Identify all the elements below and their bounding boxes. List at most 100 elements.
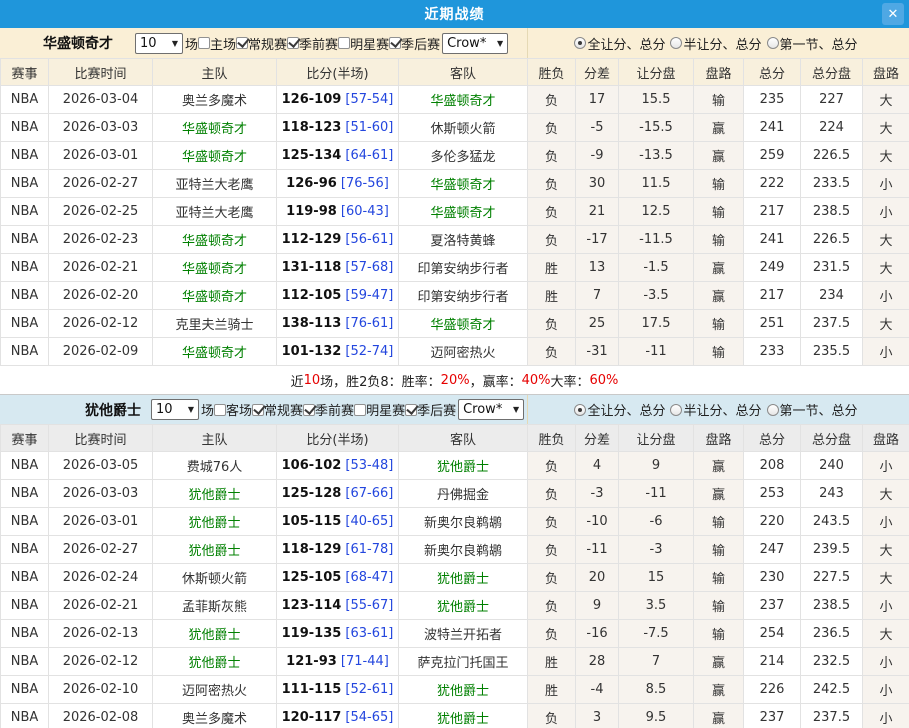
column-header: 比赛时间 bbox=[49, 59, 153, 86]
cell-home-team: 华盛顿奇才 bbox=[153, 142, 277, 170]
cell-away-team: 多伦多猛龙 bbox=[399, 142, 528, 170]
checkbox-icon[interactable] bbox=[198, 37, 210, 49]
first-quarter-total-radio[interactable]: 第一节、总分 bbox=[767, 400, 858, 419]
halftime-score: [76-56] bbox=[337, 176, 389, 191]
half-spread-total-radio[interactable]: 半让分、总分 bbox=[670, 400, 761, 419]
cell-spread-result: 输 bbox=[694, 620, 744, 648]
venue-checkbox-label: 客场 bbox=[226, 400, 252, 419]
cell-spread-line: 11.5 bbox=[619, 170, 694, 198]
cell-spread-line: -7.5 bbox=[619, 620, 694, 648]
playoffs-checkbox[interactable]: 季后赛 bbox=[405, 400, 456, 419]
games-count-select[interactable]: 10 ▼ bbox=[151, 399, 199, 420]
playoffs-checkbox[interactable]: 季后赛 bbox=[389, 34, 440, 53]
column-header: 比分(半场) bbox=[277, 59, 399, 86]
cell-home-team: 华盛顿奇才 bbox=[153, 338, 277, 366]
cell-score: 118-123 [51-60] bbox=[277, 114, 399, 142]
cell-total-points: 237 bbox=[744, 592, 801, 620]
final-score: 111-115 bbox=[282, 682, 342, 697]
cell-over-under: 小 bbox=[863, 676, 909, 704]
cell-result: 胜 bbox=[528, 282, 576, 310]
preseason-checkbox[interactable]: 季前赛 bbox=[303, 400, 354, 419]
bookmaker-select[interactable]: Crow* ▼ bbox=[442, 33, 508, 54]
checkbox-icon[interactable] bbox=[287, 37, 299, 49]
games-count-select[interactable]: 10 ▼ bbox=[135, 33, 183, 54]
full-spread-total-radio[interactable]: 全让分、总分 bbox=[574, 400, 665, 419]
cell-date: 2026-02-21 bbox=[49, 254, 153, 282]
games-count-value: 10 bbox=[140, 36, 157, 51]
cell-result: 负 bbox=[528, 226, 576, 254]
cell-home-team: 克里夫兰骑士 bbox=[153, 310, 277, 338]
cell-league: NBA bbox=[1, 620, 49, 648]
wizards-filter-bar: 华盛顿奇才 10 ▼ 场 主场 常规赛 季前赛 明星赛 季后赛 Crow* ▼ bbox=[0, 28, 909, 58]
cell-date: 2026-02-12 bbox=[49, 648, 153, 676]
cell-result: 负 bbox=[528, 114, 576, 142]
preseason-checkbox[interactable]: 季前赛 bbox=[287, 34, 338, 53]
allstar-checkbox[interactable]: 明星赛 bbox=[354, 400, 405, 419]
close-button[interactable]: ✕ bbox=[882, 3, 904, 25]
cell-league: NBA bbox=[1, 114, 49, 142]
cell-result: 胜 bbox=[528, 648, 576, 676]
cell-score: 119-135 [63-61] bbox=[277, 620, 399, 648]
bookmaker-select[interactable]: Crow* ▼ bbox=[458, 399, 524, 420]
half-spread-total-label: 半让分、总分 bbox=[683, 400, 761, 419]
match-row: NBA2026-03-05费城76人106-102 [53-48]犹他爵士负49… bbox=[1, 452, 909, 480]
cell-total-line: 237.5 bbox=[801, 310, 863, 338]
match-row: NBA2026-03-01华盛顿奇才125-134 [64-61]多伦多猛龙负-… bbox=[1, 142, 909, 170]
cell-league: NBA bbox=[1, 704, 49, 728]
radio-icon[interactable] bbox=[574, 37, 586, 49]
cell-spread-result: 输 bbox=[694, 508, 744, 536]
cell-point-diff: -11 bbox=[576, 536, 619, 564]
cell-total-line: 243.5 bbox=[801, 508, 863, 536]
first-quarter-total-radio[interactable]: 第一节、总分 bbox=[767, 34, 858, 53]
regular-season-checkbox[interactable]: 常规赛 bbox=[252, 400, 303, 419]
radio-icon[interactable] bbox=[670, 404, 682, 416]
radio-icon[interactable] bbox=[767, 37, 779, 49]
venue-checkbox[interactable]: 客场 bbox=[214, 400, 252, 419]
column-header: 分差 bbox=[576, 425, 619, 452]
regular-season-checkbox[interactable]: 常规赛 bbox=[236, 34, 287, 53]
column-header: 客队 bbox=[399, 425, 528, 452]
radio-icon[interactable] bbox=[574, 404, 586, 416]
checkbox-icon[interactable] bbox=[236, 37, 248, 49]
dropdown-arrow-icon: ▼ bbox=[172, 39, 178, 48]
checkbox-icon[interactable] bbox=[303, 404, 315, 416]
column-header: 盘路 bbox=[694, 425, 744, 452]
radio-icon[interactable] bbox=[767, 404, 779, 416]
cell-spread-line: 7 bbox=[619, 648, 694, 676]
checkbox-icon[interactable] bbox=[252, 404, 264, 416]
cell-total-points: 241 bbox=[744, 114, 801, 142]
checkbox-icon[interactable] bbox=[405, 404, 417, 416]
summary-segment: 10 bbox=[304, 373, 321, 388]
cell-date: 2026-02-27 bbox=[49, 536, 153, 564]
regular-season-label: 常规赛 bbox=[264, 400, 303, 419]
checkbox-icon[interactable] bbox=[214, 404, 226, 416]
checkbox-icon[interactable] bbox=[338, 37, 350, 49]
cell-point-diff: -31 bbox=[576, 338, 619, 366]
match-row: NBA2026-03-01犹他爵士105-115 [40-65]新奥尔良鹈鹕负-… bbox=[1, 508, 909, 536]
cell-home-team: 费城76人 bbox=[153, 452, 277, 480]
cell-total-points: 237 bbox=[744, 704, 801, 728]
column-header: 客队 bbox=[399, 59, 528, 86]
checkbox-icon[interactable] bbox=[389, 37, 401, 49]
cell-date: 2026-02-10 bbox=[49, 676, 153, 704]
first-quarter-total-label: 第一节、总分 bbox=[780, 400, 858, 419]
allstar-checkbox[interactable]: 明星赛 bbox=[338, 34, 389, 53]
playoffs-label: 季后赛 bbox=[417, 400, 456, 419]
halftime-score: [68-47] bbox=[341, 570, 393, 585]
cell-spread-line: -15.5 bbox=[619, 114, 694, 142]
radio-icon[interactable] bbox=[670, 37, 682, 49]
cell-home-team: 华盛顿奇才 bbox=[153, 282, 277, 310]
half-spread-total-radio[interactable]: 半让分、总分 bbox=[670, 34, 761, 53]
half-spread-total-label: 半让分、总分 bbox=[683, 34, 761, 53]
checkbox-icon[interactable] bbox=[354, 404, 366, 416]
cell-away-team: 犹他爵士 bbox=[399, 564, 528, 592]
cell-result: 负 bbox=[528, 142, 576, 170]
cell-away-team: 华盛顿奇才 bbox=[399, 310, 528, 338]
venue-checkbox[interactable]: 主场 bbox=[198, 34, 236, 53]
full-spread-total-radio[interactable]: 全让分、总分 bbox=[574, 34, 665, 53]
cell-total-points: 214 bbox=[744, 648, 801, 676]
match-row: NBA2026-02-23华盛顿奇才112-129 [56-61]夏洛特黄蜂负-… bbox=[1, 226, 909, 254]
cell-date: 2026-02-09 bbox=[49, 338, 153, 366]
regular-season-label: 常规赛 bbox=[248, 34, 287, 53]
cell-spread-line: 8.5 bbox=[619, 676, 694, 704]
